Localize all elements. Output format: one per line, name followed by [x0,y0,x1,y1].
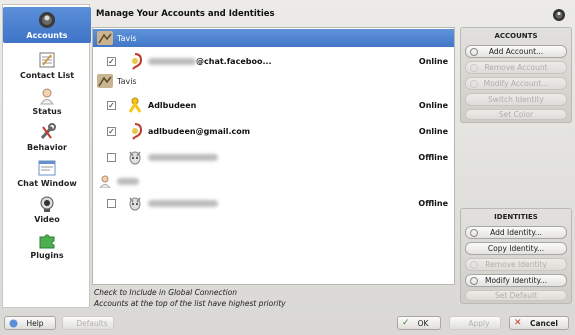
help-button[interactable]: Help [4,316,56,330]
settings-sidebar: Accounts Contact List Status Behavior Ch… [2,4,91,308]
modify-icon [470,276,478,285]
account-name [148,199,218,208]
copy-identity-button[interactable]: Copy Identity... [465,242,567,255]
sidebar-item-video[interactable]: Video [3,191,91,227]
sidebar-item-behavior[interactable]: Behavior [3,119,91,155]
modify-account-button[interactable]: Modify Account... [465,77,567,90]
behavior-icon [37,123,57,141]
account-status: Offline [418,199,448,208]
add-identity-button[interactable]: Add Identity... [465,226,567,239]
contact-list-icon [37,51,57,69]
ok-button[interactable]: ✓ OK [397,316,441,330]
sidebar-item-label: Accounts [26,31,68,40]
identity-group-row[interactable]: Tavis [93,74,454,88]
add-account-button[interactable]: Add Account... [465,45,567,58]
identities-panel-title: IDENTITIES [494,213,538,221]
include-checkbox[interactable]: ✓ [107,101,116,110]
sidebar-item-status[interactable]: Status [3,83,91,119]
set-default-button[interactable]: Set Default [465,290,567,301]
apply-button[interactable]: Apply [449,316,501,330]
include-checkbox[interactable] [107,153,116,162]
remove-account-button[interactable]: Remove Account [465,61,567,74]
avatar [97,174,113,189]
sidebar-item-label: Contact List [19,71,75,80]
add-icon [470,228,478,237]
identities-panel: IDENTITIES Add Identity... Copy Identity… [460,208,572,304]
sidebar-item-contact-list[interactable]: Contact List [3,47,91,83]
identity-name: Tavis [117,76,137,86]
account-status: Offline [418,153,448,162]
include-hint: Check to Include in Global Connection [94,288,238,297]
yahoo-icon [126,194,144,212]
include-checkbox[interactable] [107,199,116,208]
sidebar-item-label: Chat Window [17,179,77,188]
account-name [148,153,218,162]
check-icon: ✓ [402,317,410,328]
include-checkbox[interactable]: ✓ [107,127,116,136]
sidebar-item-chat-window[interactable]: Chat Window [3,155,91,191]
modify-identity-button[interactable]: Modify Identity... [465,274,567,287]
sidebar-item-label: Behavior [26,143,67,152]
yahoo-icon [126,148,144,166]
identity-name: Tavis [117,33,137,43]
switch-identity-button[interactable]: Switch Identity [465,93,567,106]
identity-group-row[interactable]: Tavis [93,29,454,47]
priority-hint: Accounts at the top of the list have hig… [94,299,286,308]
jabber-icon [126,122,144,140]
sidebar-item-label: Video [34,215,60,224]
chat-window-icon [37,159,57,177]
account-name: @chat.faceboo... [148,57,272,66]
jabber-icon [126,52,144,70]
identity-name [117,177,139,186]
sidebar-item-label: Status [32,107,62,116]
table-row[interactable]: ✓ @chat.faceboo... Online [93,50,454,72]
plugins-icon [37,231,57,249]
account-status: Online [418,101,448,110]
accounts-icon [37,11,57,29]
modify-icon [470,79,478,88]
include-checkbox[interactable]: ✓ [107,57,116,66]
remove-icon [470,63,478,72]
table-row[interactable]: Offline [93,146,454,168]
cancel-icon: ✕ [514,317,522,328]
sidebar-item-label: Plugins [30,251,64,260]
account-status: Online [418,127,448,136]
accounts-list[interactable]: Tavis ✓ @chat.faceboo... Online Tavis ✓ … [92,27,455,285]
remove-icon [470,260,478,269]
remove-identity-button[interactable]: Remove Identity [465,258,567,271]
help-icon [9,319,18,328]
cancel-button[interactable]: ✕ Cancel [509,316,569,330]
sidebar-item-plugins[interactable]: Plugins [3,227,91,263]
account-name: adlbudeen@gmail.com [148,127,251,136]
avatar [97,31,113,45]
aim-icon [126,96,144,114]
page-title: Manage Your Accounts and Identities [96,9,275,19]
table-row[interactable]: ✓ Adlbudeen Online [93,94,454,116]
accounts-panel: ACCOUNTS Add Account... Remove Account M… [460,27,572,123]
video-icon [37,195,57,213]
avatar [97,74,113,88]
status-icon [37,87,57,105]
identity-group-row[interactable] [93,172,454,190]
table-row[interactable]: ✓ adlbudeen@gmail.com Online [93,120,454,142]
kopete-logo-icon [552,8,566,22]
account-name: Adlbudeen [148,101,197,110]
settings-window: Accounts Contact List Status Behavior Ch… [0,0,575,335]
account-status: Online [418,57,448,66]
defaults-button[interactable]: Defaults [62,316,114,330]
add-icon [470,47,478,56]
accounts-panel-title: ACCOUNTS [494,32,538,40]
sidebar-item-accounts[interactable]: Accounts [3,7,91,43]
set-color-button[interactable]: Set Color [465,109,567,120]
table-row[interactable]: Offline [93,192,454,214]
